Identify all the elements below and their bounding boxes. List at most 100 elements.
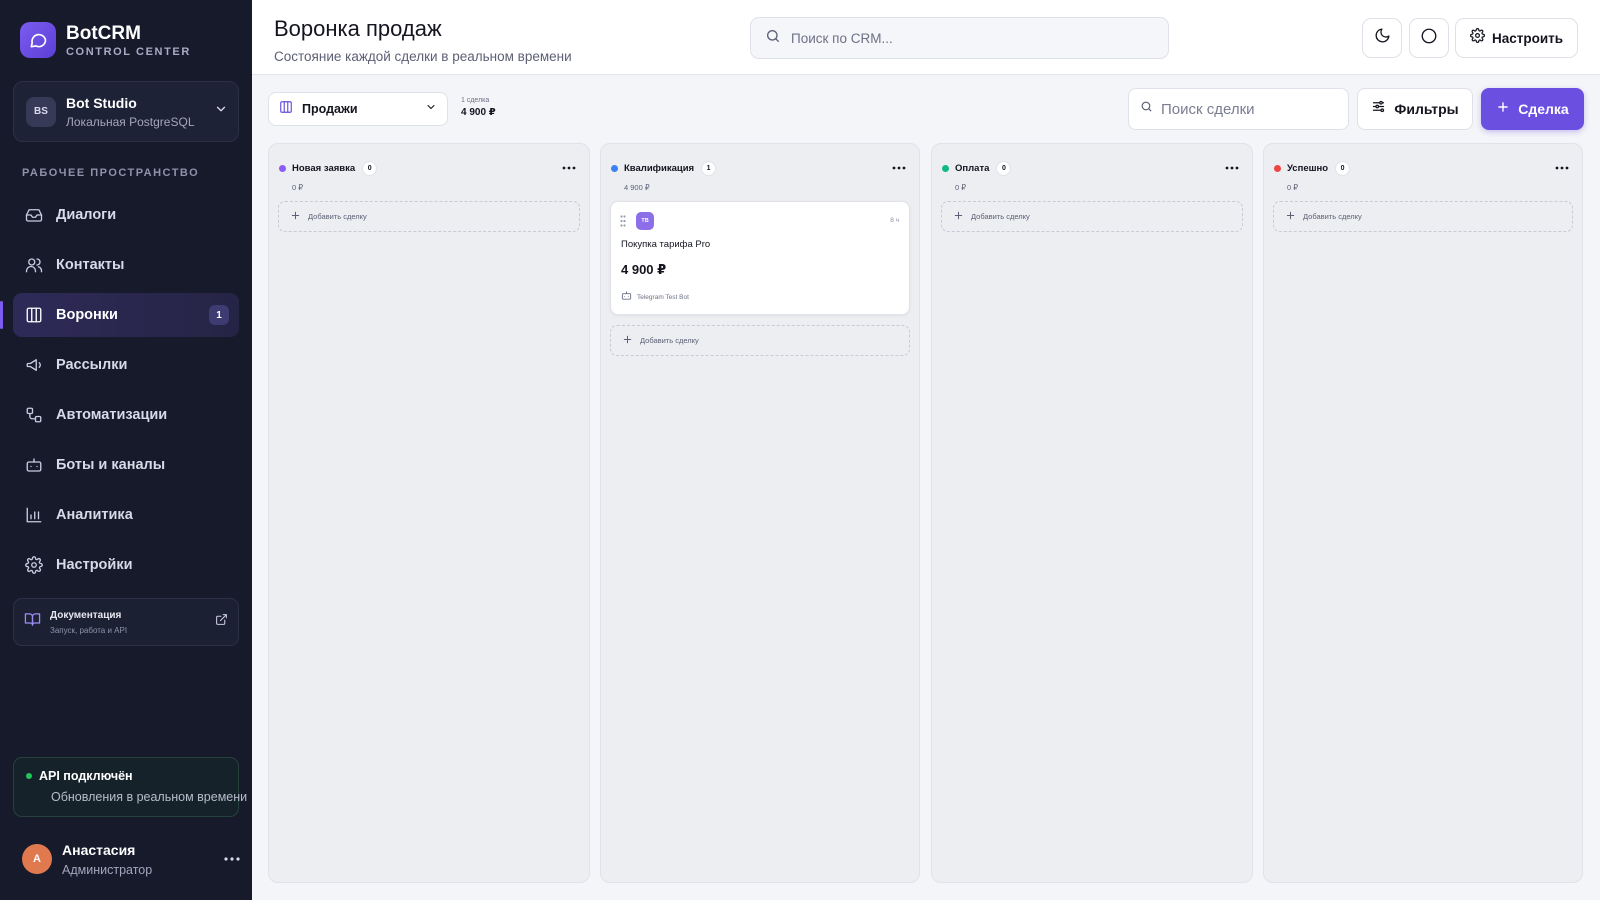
new-deal-button[interactable]: Сделка xyxy=(1481,88,1584,130)
column-title: Новая заявка xyxy=(292,162,356,174)
pipeline-summary: 1 сделка 4 900 ₽ xyxy=(461,97,496,118)
workspace-avatar: BS xyxy=(26,96,56,127)
theme-toggle-button[interactable] xyxy=(1362,18,1402,58)
sidebar-item-automations[interactable]: Автоматизации xyxy=(13,393,239,437)
pipeline-select-value: Продажи xyxy=(302,102,358,116)
customize-button[interactable]: Настроить xyxy=(1455,18,1578,58)
column-count-badge: 0 xyxy=(996,160,1012,176)
sidebar-item-funnels[interactable]: Воронки 1 xyxy=(0,293,239,337)
bot-icon xyxy=(24,455,44,475)
docs-subtitle: Запуск, работа и API xyxy=(50,625,128,635)
documentation-link[interactable]: Документация Запуск, работа и API xyxy=(13,598,239,646)
moon-icon xyxy=(1374,27,1391,49)
stage-dot xyxy=(279,164,286,172)
bot-icon xyxy=(621,288,632,306)
sidebar-item-label: Аналитика xyxy=(56,507,133,523)
add-deal-button[interactable]: Добавить сделку xyxy=(941,201,1243,232)
add-deal-button[interactable]: Добавить сделку xyxy=(610,325,910,356)
sidebar-item-broadcasts[interactable]: Рассылки xyxy=(13,343,239,387)
column-count-badge: 0 xyxy=(362,160,378,176)
chat-bubble-icon xyxy=(20,22,56,58)
global-search xyxy=(750,17,1169,59)
drag-handle-icon[interactable] xyxy=(620,214,626,232)
pipeline-select[interactable]: Продажи xyxy=(268,92,448,126)
deal-avatar: TB xyxy=(636,212,654,230)
status-dot xyxy=(26,773,32,779)
page-title: Воронка продаж xyxy=(274,16,442,41)
add-deal-button[interactable]: Добавить сделку xyxy=(1273,201,1573,232)
workflow-icon xyxy=(24,405,44,425)
deal-card[interactable]: TB 8 ч Покупка тарифа Pro 4 900 ₽ Telegr… xyxy=(610,201,910,315)
brand-subtitle: CONTROL CENTER xyxy=(66,45,191,58)
more-horizontal-icon[interactable] xyxy=(1552,160,1572,176)
kanban-icon xyxy=(279,100,293,119)
inbox-icon xyxy=(24,205,44,225)
circle-icon xyxy=(1420,27,1438,50)
api-status-subtitle: Обновления в реальном времени xyxy=(51,790,248,804)
new-deal-label: Сделка xyxy=(1518,101,1569,117)
avatar: А xyxy=(22,844,52,874)
column-qualification: Квалификация 1 4 900 ₽ TB 8 ч Покупка та… xyxy=(600,143,920,883)
api-status-title: API подключён xyxy=(39,769,133,783)
more-horizontal-icon[interactable] xyxy=(1222,160,1242,176)
pipeline-total: 4 900 ₽ xyxy=(461,107,496,118)
column-sum: 0 ₽ xyxy=(955,183,967,192)
sidebar-item-analytics[interactable]: Аналитика xyxy=(13,493,239,537)
column-sum: 4 900 ₽ xyxy=(624,183,650,192)
chevron-down-icon xyxy=(425,100,437,118)
add-deal-label: Добавить сделку xyxy=(1303,212,1362,221)
deal-title: Покупка тарифа Pro xyxy=(621,239,711,250)
sidebar-item-contacts[interactable]: Контакты xyxy=(13,243,239,287)
column-sum: 0 ₽ xyxy=(1287,183,1299,192)
stage-dot xyxy=(1274,164,1281,172)
plus-icon xyxy=(290,208,301,226)
stage-dot xyxy=(942,164,949,172)
plus-icon xyxy=(953,208,964,226)
add-deal-label: Добавить сделку xyxy=(308,212,367,221)
chevron-down-icon xyxy=(214,102,228,121)
status-circle-button[interactable] xyxy=(1409,18,1449,58)
section-label: РАБОЧЕЕ ПРОСТРАНСТВО xyxy=(22,167,200,179)
column-success: Успешно 0 0 ₽ Добавить сделку xyxy=(1263,143,1583,883)
deal-search-input[interactable] xyxy=(1161,100,1341,118)
deal-source-label: Telegram Test Bot xyxy=(637,293,689,301)
sidebar-item-settings[interactable]: Настройки xyxy=(13,543,239,587)
sliders-icon xyxy=(1371,99,1386,119)
sidebar-item-dialogs[interactable]: Диалоги xyxy=(13,193,239,237)
user-role: Администратор xyxy=(62,862,153,877)
plus-icon xyxy=(1496,100,1510,119)
user-profile[interactable]: А Анастасия Администратор xyxy=(22,839,244,879)
deal-amount: 4 900 ₽ xyxy=(621,262,667,277)
sidebar-item-bots[interactable]: Боты и каналы xyxy=(13,443,239,487)
add-deal-button[interactable]: Добавить сделку xyxy=(278,201,580,232)
more-horizontal-icon[interactable] xyxy=(889,160,909,176)
deal-time: 8 ч xyxy=(890,217,899,224)
filters-button[interactable]: Фильтры xyxy=(1357,88,1473,130)
more-horizontal-icon[interactable] xyxy=(220,847,244,871)
add-deal-label: Добавить сделку xyxy=(640,336,699,345)
deal-count: 1 сделка xyxy=(461,97,490,104)
add-deal-label: Добавить сделку xyxy=(971,212,1030,221)
external-link-icon xyxy=(215,613,228,631)
sidebar-item-label: Настройки xyxy=(56,557,133,573)
stage-dot xyxy=(611,164,618,172)
kanban-icon xyxy=(24,305,44,325)
bar-chart-icon xyxy=(24,505,44,525)
users-icon xyxy=(24,255,44,275)
sidebar-item-label: Воронки xyxy=(56,307,118,323)
customize-label: Настроить xyxy=(1491,30,1564,46)
filters-label: Фильтры xyxy=(1394,101,1459,117)
gear-icon xyxy=(24,555,44,575)
megaphone-icon xyxy=(24,355,44,375)
brand-name: BotCRM xyxy=(66,22,141,44)
sidebar-item-label: Рассылки xyxy=(56,357,128,373)
global-search-input[interactable] xyxy=(791,30,1151,46)
column-sum: 0 ₽ xyxy=(292,183,304,192)
sidebar-item-label: Диалоги xyxy=(56,207,117,223)
more-horizontal-icon[interactable] xyxy=(559,160,579,176)
deal-source: Telegram Test Bot xyxy=(621,288,689,306)
brand[interactable]: BotCRM CONTROL CENTER xyxy=(20,22,191,58)
workspace-switcher[interactable]: BS Bot Studio Локальная PostgreSQL xyxy=(13,81,239,142)
column-title: Оплата xyxy=(955,162,990,174)
column-count-badge: 1 xyxy=(701,160,717,176)
